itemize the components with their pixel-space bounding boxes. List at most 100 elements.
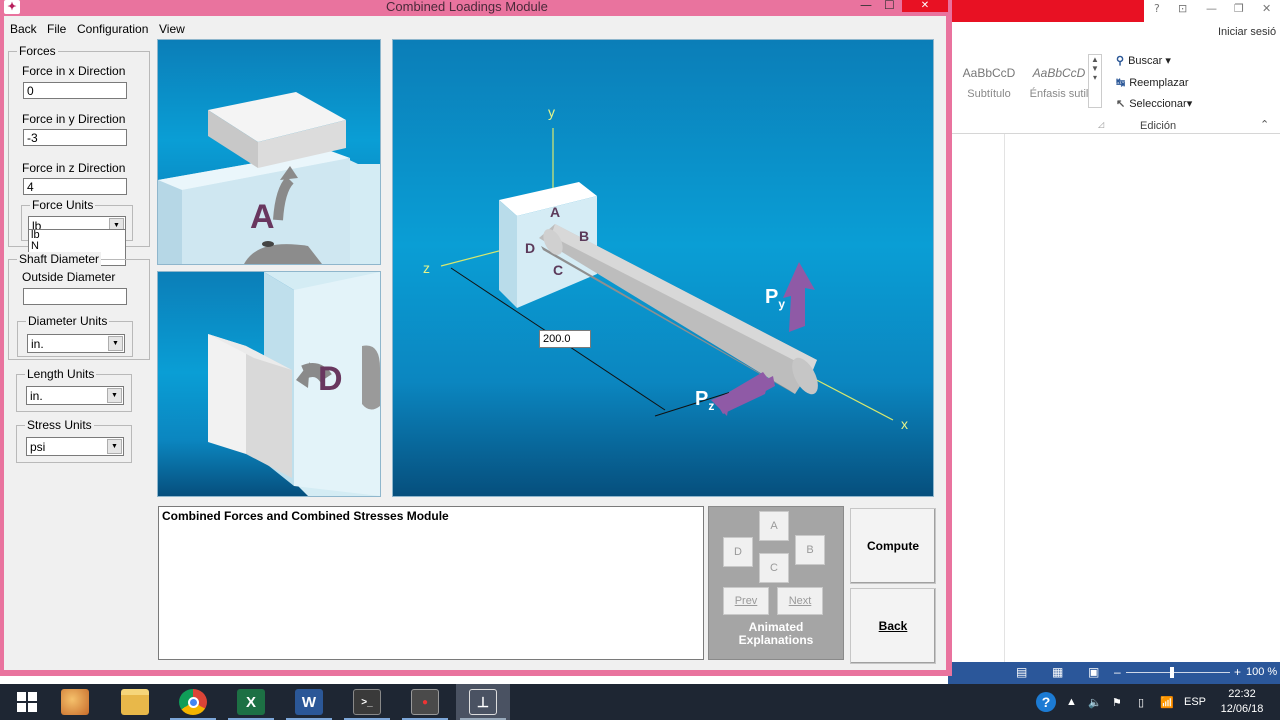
read-mode-icon[interactable]: ▤ [1016, 665, 1027, 679]
length-units-group: Length Units in. ▼ [16, 367, 132, 412]
replace-button[interactable]: ↹ Reemplazar [1116, 76, 1189, 89]
word-minimize-icon[interactable]: — [1206, 2, 1217, 15]
style-subtle-emphasis[interactable]: AaBbCcD Énfasis sutil [1022, 54, 1096, 104]
diameter-units-select[interactable]: in. ▼ [27, 334, 125, 353]
force-z-label: Force in z Direction [22, 161, 126, 175]
beam-icon: ⊥ [469, 689, 497, 715]
zoom-in-icon[interactable]: + [1234, 665, 1241, 679]
back-button[interactable]: Back [850, 588, 936, 664]
battery-icon[interactable]: ▯ [1138, 684, 1144, 720]
force-x-label: Force in x Direction [22, 64, 126, 78]
length-units-value: in. [30, 389, 43, 403]
menu-view[interactable]: View [159, 22, 185, 36]
system-clock[interactable]: 22:32 12/06/18 [1214, 687, 1270, 717]
styles-dialog-launcher-icon[interactable]: ◿ [1098, 120, 1104, 129]
menu-file[interactable]: File [47, 22, 66, 36]
nav-d-button[interactable]: D [723, 537, 753, 567]
language-indicator[interactable]: ESP [1184, 684, 1206, 720]
flag-icon[interactable]: ⚑ [1112, 684, 1122, 720]
stress-units-select[interactable]: psi ▼ [26, 437, 124, 456]
binoculars-icon: ⚲ [1116, 55, 1125, 67]
forces-group-label: Forces [17, 44, 58, 58]
windows-logo-icon [17, 692, 37, 712]
forces-group: Forces Force in x Direction Force in y D… [8, 44, 150, 247]
menu-configuration[interactable]: Configuration [77, 22, 148, 36]
nav-c-button[interactable]: C [759, 553, 789, 583]
back-label: Back [878, 619, 908, 633]
stress-units-value: psi [30, 440, 46, 454]
outside-diameter-label: Outside Diameter [22, 270, 116, 284]
web-layout-icon[interactable]: ▣ [1088, 665, 1099, 679]
replace-label: Reemplazar [1129, 77, 1189, 89]
word-document-area[interactable] [948, 134, 1280, 662]
zoom-level[interactable]: 100 % [1246, 666, 1277, 678]
menu-back[interactable]: Back [10, 22, 37, 36]
next-button[interactable]: Next [777, 587, 823, 615]
taskbar: X W >_ ● ⊥ ? ▲ 🔈 ⚑ ▯ 📶 ESP 22:32 12/06/1… [0, 684, 1280, 720]
show-hidden-icons[interactable]: ▲ [1066, 684, 1077, 720]
taskbar-app-word[interactable]: W [282, 684, 336, 720]
maximize-icon[interactable]: ☐ [884, 0, 895, 12]
animated-explanations-caption: Animated Explanations [709, 621, 843, 647]
nav-b-button[interactable]: B [795, 535, 825, 565]
force-units-option-lb[interactable]: lb [29, 230, 125, 241]
window-title: Combined Loadings Module [386, 0, 548, 14]
taskbar-app-tool[interactable]: ● [398, 684, 452, 720]
stress-units-group: Stress Units psi ▼ [16, 418, 132, 463]
select-button[interactable]: ↖ Seleccionar▾ [1116, 97, 1192, 110]
style-subtitle[interactable]: AaBbCcD Subtítulo [952, 54, 1026, 104]
taskbar-app-explorer[interactable] [108, 684, 162, 720]
zoom-slider[interactable] [1126, 672, 1230, 673]
terminal-icon: >_ [353, 689, 381, 715]
compute-button[interactable]: Compute [850, 508, 936, 584]
taskbar-app-combined-loadings[interactable]: ⊥ [456, 684, 510, 720]
description-box[interactable]: Combined Forces and Combined Stresses Mo… [158, 506, 704, 660]
force-y-input[interactable] [23, 129, 127, 146]
clock-date: 12/06/18 [1220, 703, 1264, 715]
stress-units-label: Stress Units [25, 418, 94, 432]
compute-label: Compute [867, 539, 919, 553]
shaft-diameter-group: Shaft Diameter Outside Diameter Diameter… [8, 252, 150, 360]
taskbar-app-cmd[interactable]: >_ [340, 684, 394, 720]
minimize-icon[interactable]: — [860, 0, 872, 12]
force-z-input[interactable] [23, 178, 127, 195]
help-circle-icon[interactable]: ? [1036, 692, 1056, 712]
start-button[interactable] [0, 684, 54, 720]
title-bar[interactable]: ✦ Combined Loadings Module — ☐ ✕ [0, 0, 952, 16]
ribbon-display-icon[interactable]: ⊡ [1178, 2, 1187, 15]
taskbar-app-paint[interactable] [48, 684, 102, 720]
prev-button[interactable]: Prev [723, 587, 769, 615]
style-subtitle-name: Subtítulo [967, 88, 1011, 100]
prev-label: Prev [734, 595, 758, 607]
styles-gallery-scroll[interactable]: ▲ ▼ ▾ [1088, 54, 1102, 108]
zoom-out-icon[interactable]: – [1114, 665, 1121, 679]
word-restore-icon[interactable]: ❐ [1234, 2, 1244, 15]
taskbar-app-chrome[interactable] [166, 684, 220, 720]
outside-diameter-input[interactable] [23, 288, 127, 305]
find-button[interactable]: ⚲ Buscar ▾ [1116, 54, 1171, 67]
force-x-input[interactable] [23, 82, 127, 99]
word-close-icon[interactable]: ✕ [1262, 2, 1271, 15]
force-units-label: Force Units [30, 198, 96, 212]
length-units-select[interactable]: in. ▼ [26, 386, 124, 405]
force-units-option-n[interactable]: N [29, 241, 125, 252]
app-logo-icon[interactable]: ✦ [4, 0, 20, 14]
chrome-icon [179, 689, 207, 715]
chevron-down-icon[interactable]: ▼ [108, 336, 123, 351]
help-icon[interactable]: ? [1154, 2, 1160, 15]
select-label: Seleccionar [1129, 98, 1187, 110]
sign-in-link[interactable]: Iniciar sesió [1218, 26, 1276, 38]
zoom-slider-thumb[interactable] [1170, 667, 1174, 678]
cursor-icon: ↖ [1116, 98, 1126, 110]
chevron-down-icon[interactable]: ▼ [107, 388, 122, 403]
collapse-ribbon-icon[interactable]: ⌃ [1260, 118, 1269, 131]
word-status-bar: ▤ ▦ ▣ – + 100 % [948, 662, 1280, 684]
nav-a-button[interactable]: A [759, 511, 789, 541]
chevron-down-icon[interactable]: ▼ [107, 439, 122, 454]
print-layout-icon[interactable]: ▦ [1052, 665, 1063, 679]
volume-icon[interactable]: 🔈 [1088, 684, 1102, 720]
network-icon[interactable]: 📶 [1160, 684, 1174, 720]
close-icon[interactable]: ✕ [902, 0, 948, 12]
taskbar-app-excel[interactable]: X [224, 684, 278, 720]
combined-loadings-window: ✦ Combined Loadings Module — ☐ ✕ Back Fi… [0, 0, 952, 676]
